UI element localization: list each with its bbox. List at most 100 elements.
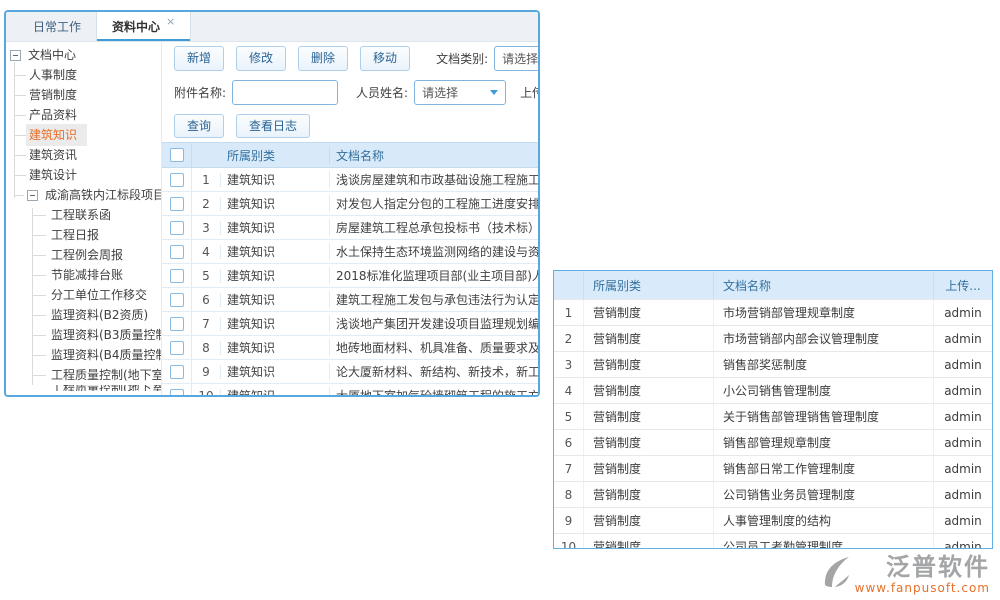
sidebar-item-project-child[interactable]: 监理资料(B3质量控制) <box>6 325 161 345</box>
tab-label: 日常工作 <box>33 18 81 35</box>
edit-button[interactable]: 修改 <box>236 46 286 70</box>
table-row[interactable]: 5 营销制度 关于销售部管理销售管理制度 admin <box>554 403 992 429</box>
category-column-header: 所属别类 <box>221 147 330 164</box>
table-row[interactable]: 3 营销制度 销售部奖惩制度 admin <box>554 351 992 377</box>
row-doc-name: 论大厦新材料、新结构、新技术，新工... <box>330 363 538 380</box>
table-body: 1 营销制度 市场营销部管理规章制度 admin 2 营销制度 市场营销部内部会… <box>554 299 992 549</box>
table-row[interactable]: 7 营销制度 销售部日常工作管理制度 admin <box>554 455 992 481</box>
doc-name-column-header: 文档名称 <box>714 271 934 299</box>
filter-row: 附件名称: 人员姓名: 请选择 上传日期 <box>162 75 538 110</box>
logo-url[interactable]: www.fanpusoft.com <box>855 581 990 595</box>
sidebar-item-construction-design[interactable]: 建筑设计 <box>6 165 161 185</box>
row-checkbox[interactable] <box>170 221 184 235</box>
table-row[interactable]: 3 建筑知识 房屋建筑工程总承包投标书（技术标）... <box>162 216 538 240</box>
select-all-checkbox[interactable] <box>170 148 184 162</box>
chevron-down-icon <box>490 90 498 95</box>
row-category: 营销制度 <box>584 508 714 533</box>
sidebar-item-marketing-policy[interactable]: 营销制度 <box>6 85 161 105</box>
table-row[interactable]: 4 建筑知识 水土保持生态环境监测网络的建设与资... <box>162 240 538 264</box>
table-row[interactable]: 9 营销制度 人事管理制度的结构 admin <box>554 507 992 533</box>
sidebar-item-project-child[interactable]: 监理资料(B2资质) <box>6 305 161 325</box>
tree-label: 人事制度 <box>26 65 80 85</box>
table-row[interactable]: 2 建筑知识 对发包人指定分包的工程施工进度安排... <box>162 192 538 216</box>
view-log-button[interactable]: 查看日志 <box>236 114 310 138</box>
attachment-name-input[interactable] <box>232 80 338 105</box>
close-icon[interactable]: × <box>166 15 175 28</box>
tree-label: 节能减排台账 <box>48 265 126 285</box>
tree-label: 建筑设计 <box>26 165 80 185</box>
row-index: 5 <box>192 269 221 283</box>
delete-button[interactable]: 删除 <box>298 46 348 70</box>
row-checkbox[interactable] <box>170 341 184 355</box>
query-button[interactable]: 查询 <box>174 114 224 138</box>
table-row[interactable]: 7 建筑知识 浅谈地产集团开发建设项目监理规划编... <box>162 312 538 336</box>
sidebar-item-construction-knowledge-selected[interactable]: 建筑知识 <box>6 125 161 145</box>
move-button[interactable]: 移动 <box>360 46 410 70</box>
row-index: 6 <box>554 430 584 455</box>
row-doc-name: 公司销售业务员管理制度 <box>714 482 934 507</box>
sidebar-item-project-root[interactable]: 成渝高铁内江标段项目 <box>6 185 161 205</box>
add-button[interactable]: 新增 <box>174 46 224 70</box>
row-doc-name: 2018标准化监理项目部(业主项目部)人员... <box>330 267 538 284</box>
collapse-icon[interactable] <box>27 190 38 201</box>
row-index: 2 <box>192 197 221 211</box>
table-row[interactable]: 1 建筑知识 浅谈房屋建筑和市政基础设施工程施工... <box>162 168 538 192</box>
sidebar-item-partial[interactable]: 工程质量控制(地下室) <box>6 385 161 391</box>
fanpu-logo: 泛普软件 www.fanpusoft.com <box>821 554 990 595</box>
table-row[interactable]: 6 营销制度 销售部管理规章制度 admin <box>554 429 992 455</box>
sidebar-item-project-child[interactable]: 监理资料(B4质量控制) <box>6 345 161 365</box>
marketing-documents-table: 所属别类 文档名称 上传... 1 营销制度 市场营销部管理规章制度 admin… <box>553 270 993 549</box>
row-index: 7 <box>192 317 221 331</box>
table-row[interactable]: 8 营销制度 公司销售业务员管理制度 admin <box>554 481 992 507</box>
row-uploader: admin <box>934 508 992 533</box>
sidebar-item-project-child[interactable]: 工程例会周报 <box>6 245 161 265</box>
attachment-name-label: 附件名称: <box>174 84 226 101</box>
sidebar-item-document-center[interactable]: 文档中心 <box>6 45 161 65</box>
table-row[interactable]: 1 营销制度 市场营销部管理规章制度 admin <box>554 299 992 325</box>
table-row[interactable]: 9 建筑知识 论大厦新材料、新结构、新技术，新工... <box>162 360 538 384</box>
row-checkbox[interactable] <box>170 389 184 396</box>
row-doc-name: 大厦地下室加气砼墙砌筑工程的施工方... <box>330 387 538 395</box>
row-index: 10 <box>192 389 221 396</box>
row-doc-name: 浅谈房屋建筑和市政基础设施工程施工... <box>330 171 538 188</box>
row-checkbox[interactable] <box>170 197 184 211</box>
doc-category-select[interactable]: 请选择 <box>494 46 538 71</box>
person-name-select[interactable]: 请选择 <box>414 80 506 105</box>
sidebar-item-project-child[interactable]: 工程日报 <box>6 225 161 245</box>
row-checkbox[interactable] <box>170 365 184 379</box>
row-category: 营销制度 <box>584 352 714 377</box>
row-checkbox[interactable] <box>170 173 184 187</box>
collapse-icon[interactable] <box>10 50 21 61</box>
tree-label: 监理资料(B2资质) <box>48 305 151 325</box>
sidebar-item-project-child[interactable]: 分工单位工作移交 <box>6 285 161 305</box>
sidebar-item-product-data[interactable]: 产品资料 <box>6 105 161 125</box>
table-row[interactable]: 10 建筑知识 大厦地下室加气砼墙砌筑工程的施工方... <box>162 384 538 395</box>
table-row[interactable]: 5 建筑知识 2018标准化监理项目部(业主项目部)人员... <box>162 264 538 288</box>
sidebar-item-hr-policy[interactable]: 人事制度 <box>6 65 161 85</box>
table-row[interactable]: 6 建筑知识 建筑工程施工发包与承包违法行为认定... <box>162 288 538 312</box>
sidebar-item-project-child[interactable]: 工程联系函 <box>6 205 161 225</box>
sidebar-item-project-child[interactable]: 节能减排台账 <box>6 265 161 285</box>
table-row[interactable]: 2 营销制度 市场营销部内部会议管理制度 admin <box>554 325 992 351</box>
row-uploader: admin <box>934 430 992 455</box>
tab-daily-work[interactable]: 日常工作 <box>18 12 96 41</box>
row-checkbox[interactable] <box>170 269 184 283</box>
tab-data-center[interactable]: 资料中心 × <box>96 12 191 41</box>
row-index: 8 <box>192 341 221 355</box>
sidebar-item-construction-news[interactable]: 建筑资讯 <box>6 145 161 165</box>
logo-name: 泛普软件 <box>886 554 990 580</box>
table-row[interactable]: 10 营销制度 公司员工考勤管理制度 admin <box>554 533 992 549</box>
table-row[interactable]: 8 建筑知识 地砖地面材料、机具准备、质量要求及... <box>162 336 538 360</box>
row-checkbox[interactable] <box>170 245 184 259</box>
row-index: 8 <box>554 482 584 507</box>
row-category: 建筑知识 <box>221 267 330 284</box>
table-row[interactable]: 4 营销制度 小公司销售管理制度 admin <box>554 377 992 403</box>
row-category: 建筑知识 <box>221 171 330 188</box>
sidebar-item-project-child[interactable]: 工程质量控制(地下室) <box>6 365 161 385</box>
row-checkbox[interactable] <box>170 293 184 307</box>
row-index: 6 <box>192 293 221 307</box>
row-checkbox[interactable] <box>170 317 184 331</box>
row-category: 建筑知识 <box>221 363 330 380</box>
select-value: 请选择 <box>502 50 538 67</box>
uploader-column-header: 上传... <box>934 271 992 299</box>
